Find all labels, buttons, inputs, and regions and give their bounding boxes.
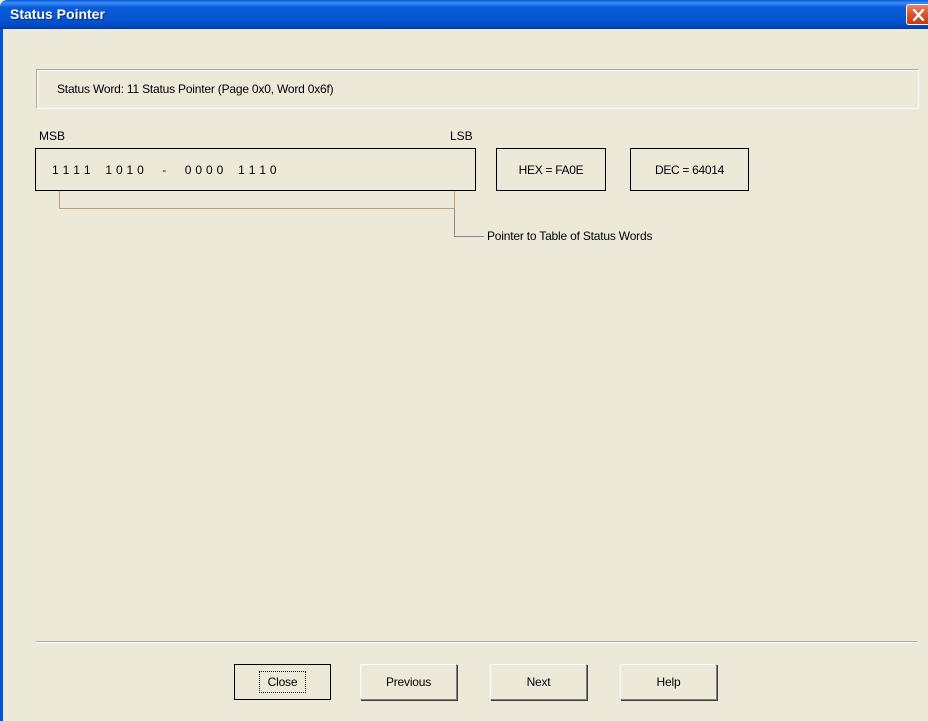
pointer-field-label: Pointer to Table of Status Words [487,229,653,243]
close-button[interactable]: Close [234,664,331,700]
previous-button[interactable]: Previous [360,664,457,700]
help-button-label: Help [656,675,681,689]
next-button-label: Next [526,675,551,689]
close-button-label: Close [258,671,307,693]
separator [36,641,917,643]
previous-button-label: Previous [385,675,432,689]
help-button[interactable]: Help [620,664,717,700]
next-button[interactable]: Next [490,664,587,700]
bit-range-bracket [59,191,484,237]
